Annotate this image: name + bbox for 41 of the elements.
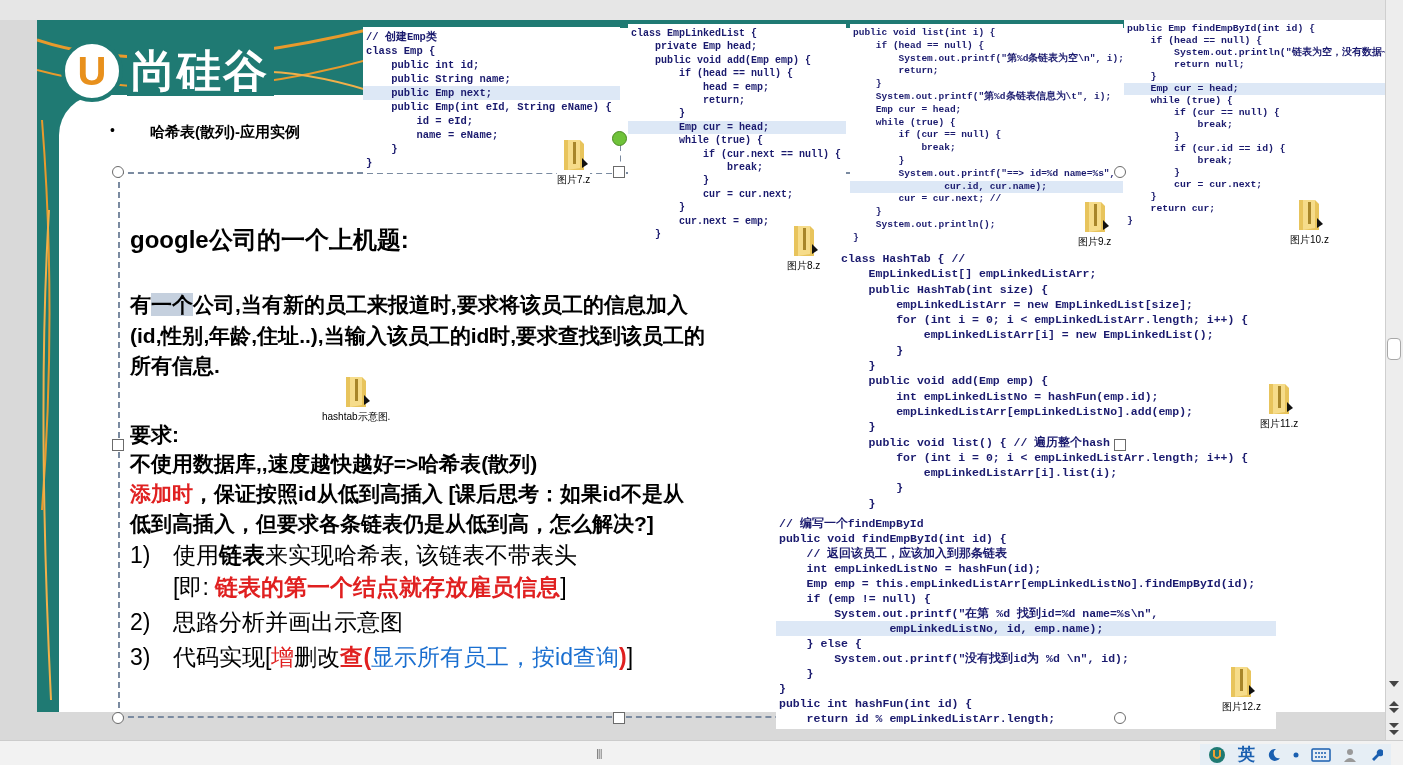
resize-handle[interactable] (1114, 439, 1126, 451)
keyboard-icon[interactable] (1311, 747, 1331, 762)
scrollbar[interactable] (1385, 0, 1403, 740)
text-line: (id,性别,年龄,住址..),当输入该员工的id时,要求查找到该员工的 (130, 323, 706, 349)
previous-slide-icon[interactable] (1388, 700, 1400, 714)
file-label: 图片10.z (1290, 232, 1329, 247)
text-line: 所有信息. (130, 353, 220, 379)
text-line: 低到高插入，但要求各条链表仍是从低到高，怎么解决?] (130, 511, 654, 537)
text-line: 有一个公司,当有新的员工来报道时,要求将该员工的信息加入 (130, 292, 688, 318)
next-slide-icon[interactable] (1388, 722, 1400, 736)
step-text: [即: 链表的第一个结点就存放雇员信息] (173, 573, 567, 602)
file-label: 图片7.z (557, 172, 591, 187)
scrollbar-thumb[interactable] (1387, 338, 1401, 360)
step-number: 1) (130, 541, 151, 570)
text-line: 要求: (130, 422, 179, 448)
file-label: 图片12.z (1222, 699, 1261, 714)
file-label: 图片9.z (1078, 234, 1112, 249)
bullet: • (110, 121, 115, 140)
logo-text: 尚硅谷 (127, 46, 274, 96)
file-label: 图片8.z (787, 258, 821, 273)
file-label: hashtab示意图. (322, 409, 391, 424)
step-text: 使用链表来实现哈希表, 该链表不带表头 (173, 541, 577, 570)
moon-icon[interactable] (1267, 747, 1281, 762)
resize-handle[interactable] (112, 439, 124, 451)
file-label: 图片11.z (1260, 416, 1299, 431)
slide-heading: 哈希表(散列)-应用实例 (150, 122, 300, 142)
resize-grip[interactable]: ||| (596, 745, 602, 762)
step-text: 代码实现[增删改查(显示所有员工，按id查询)] (173, 643, 634, 672)
text-line: 不使用数据库,,速度越快越好=>哈希表(散列) (130, 451, 538, 477)
step-text: 思路分析并画出示意图 (173, 608, 403, 637)
scroll-down-icon[interactable] (1388, 680, 1400, 688)
slide-title: google公司的一个上机题: (130, 225, 409, 255)
ime-mode[interactable]: 英 (1238, 741, 1255, 765)
step-number: 2) (130, 608, 151, 637)
step-number: 3) (130, 643, 151, 672)
resize-handle[interactable] (613, 712, 625, 724)
resize-handle[interactable] (613, 166, 625, 178)
dot-icon[interactable] (1293, 751, 1299, 758)
logo-icon[interactable] (1208, 745, 1226, 764)
resize-handle[interactable] (112, 712, 124, 724)
text-line: 添加时，保证按照id从低到高插入 [课后思考：如果id不是从 (130, 481, 685, 507)
